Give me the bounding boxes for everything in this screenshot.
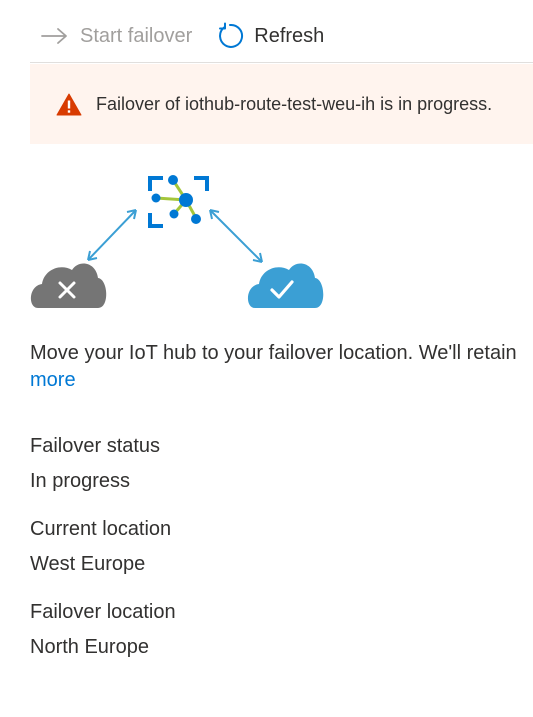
cloud-check-icon	[247, 263, 324, 308]
refresh-icon	[216, 22, 244, 50]
failover-status-field: Failover status In progress	[30, 430, 176, 498]
command-bar: Start failover Refresh	[30, 14, 533, 58]
warning-icon	[56, 93, 82, 116]
field-value: North Europe	[30, 636, 149, 658]
failover-description: Move your IoT hub to your failover locat…	[30, 340, 533, 394]
failover-details: Failover status In progress Current loca…	[30, 430, 176, 679]
banner-message: Failover of iothub-route-test-weu-ih is …	[96, 93, 493, 114]
field-value: In progress	[30, 470, 131, 492]
field-label: Current location	[30, 518, 172, 540]
link-arrow-left	[87, 209, 137, 261]
link-arrow-right	[209, 209, 263, 263]
iot-hub-icon	[148, 175, 209, 228]
field-value: West Europe	[30, 553, 146, 575]
refresh-button[interactable]: Refresh	[216, 14, 324, 58]
arrow-right-icon	[40, 26, 70, 46]
toolbar-divider	[30, 62, 533, 63]
status-banner: Failover of iothub-route-test-weu-ih is …	[30, 64, 533, 144]
field-label: Failover location	[30, 601, 176, 623]
refresh-label: Refresh	[254, 24, 325, 47]
start-failover-label: Start failover	[80, 24, 193, 47]
description-text: Move your IoT hub to your failover locat…	[30, 342, 517, 364]
current-location-field: Current location West Europe	[30, 513, 176, 581]
failover-location-field: Failover location North Europe	[30, 596, 176, 664]
field-label: Failover status	[30, 435, 161, 457]
cloud-error-icon	[30, 263, 107, 308]
failover-page: Start failover Refresh Failover of iothu…	[0, 0, 533, 717]
learn-more-link[interactable]: more	[30, 367, 533, 394]
start-failover-button[interactable]: Start failover	[30, 14, 192, 58]
failover-diagram	[30, 175, 324, 308]
